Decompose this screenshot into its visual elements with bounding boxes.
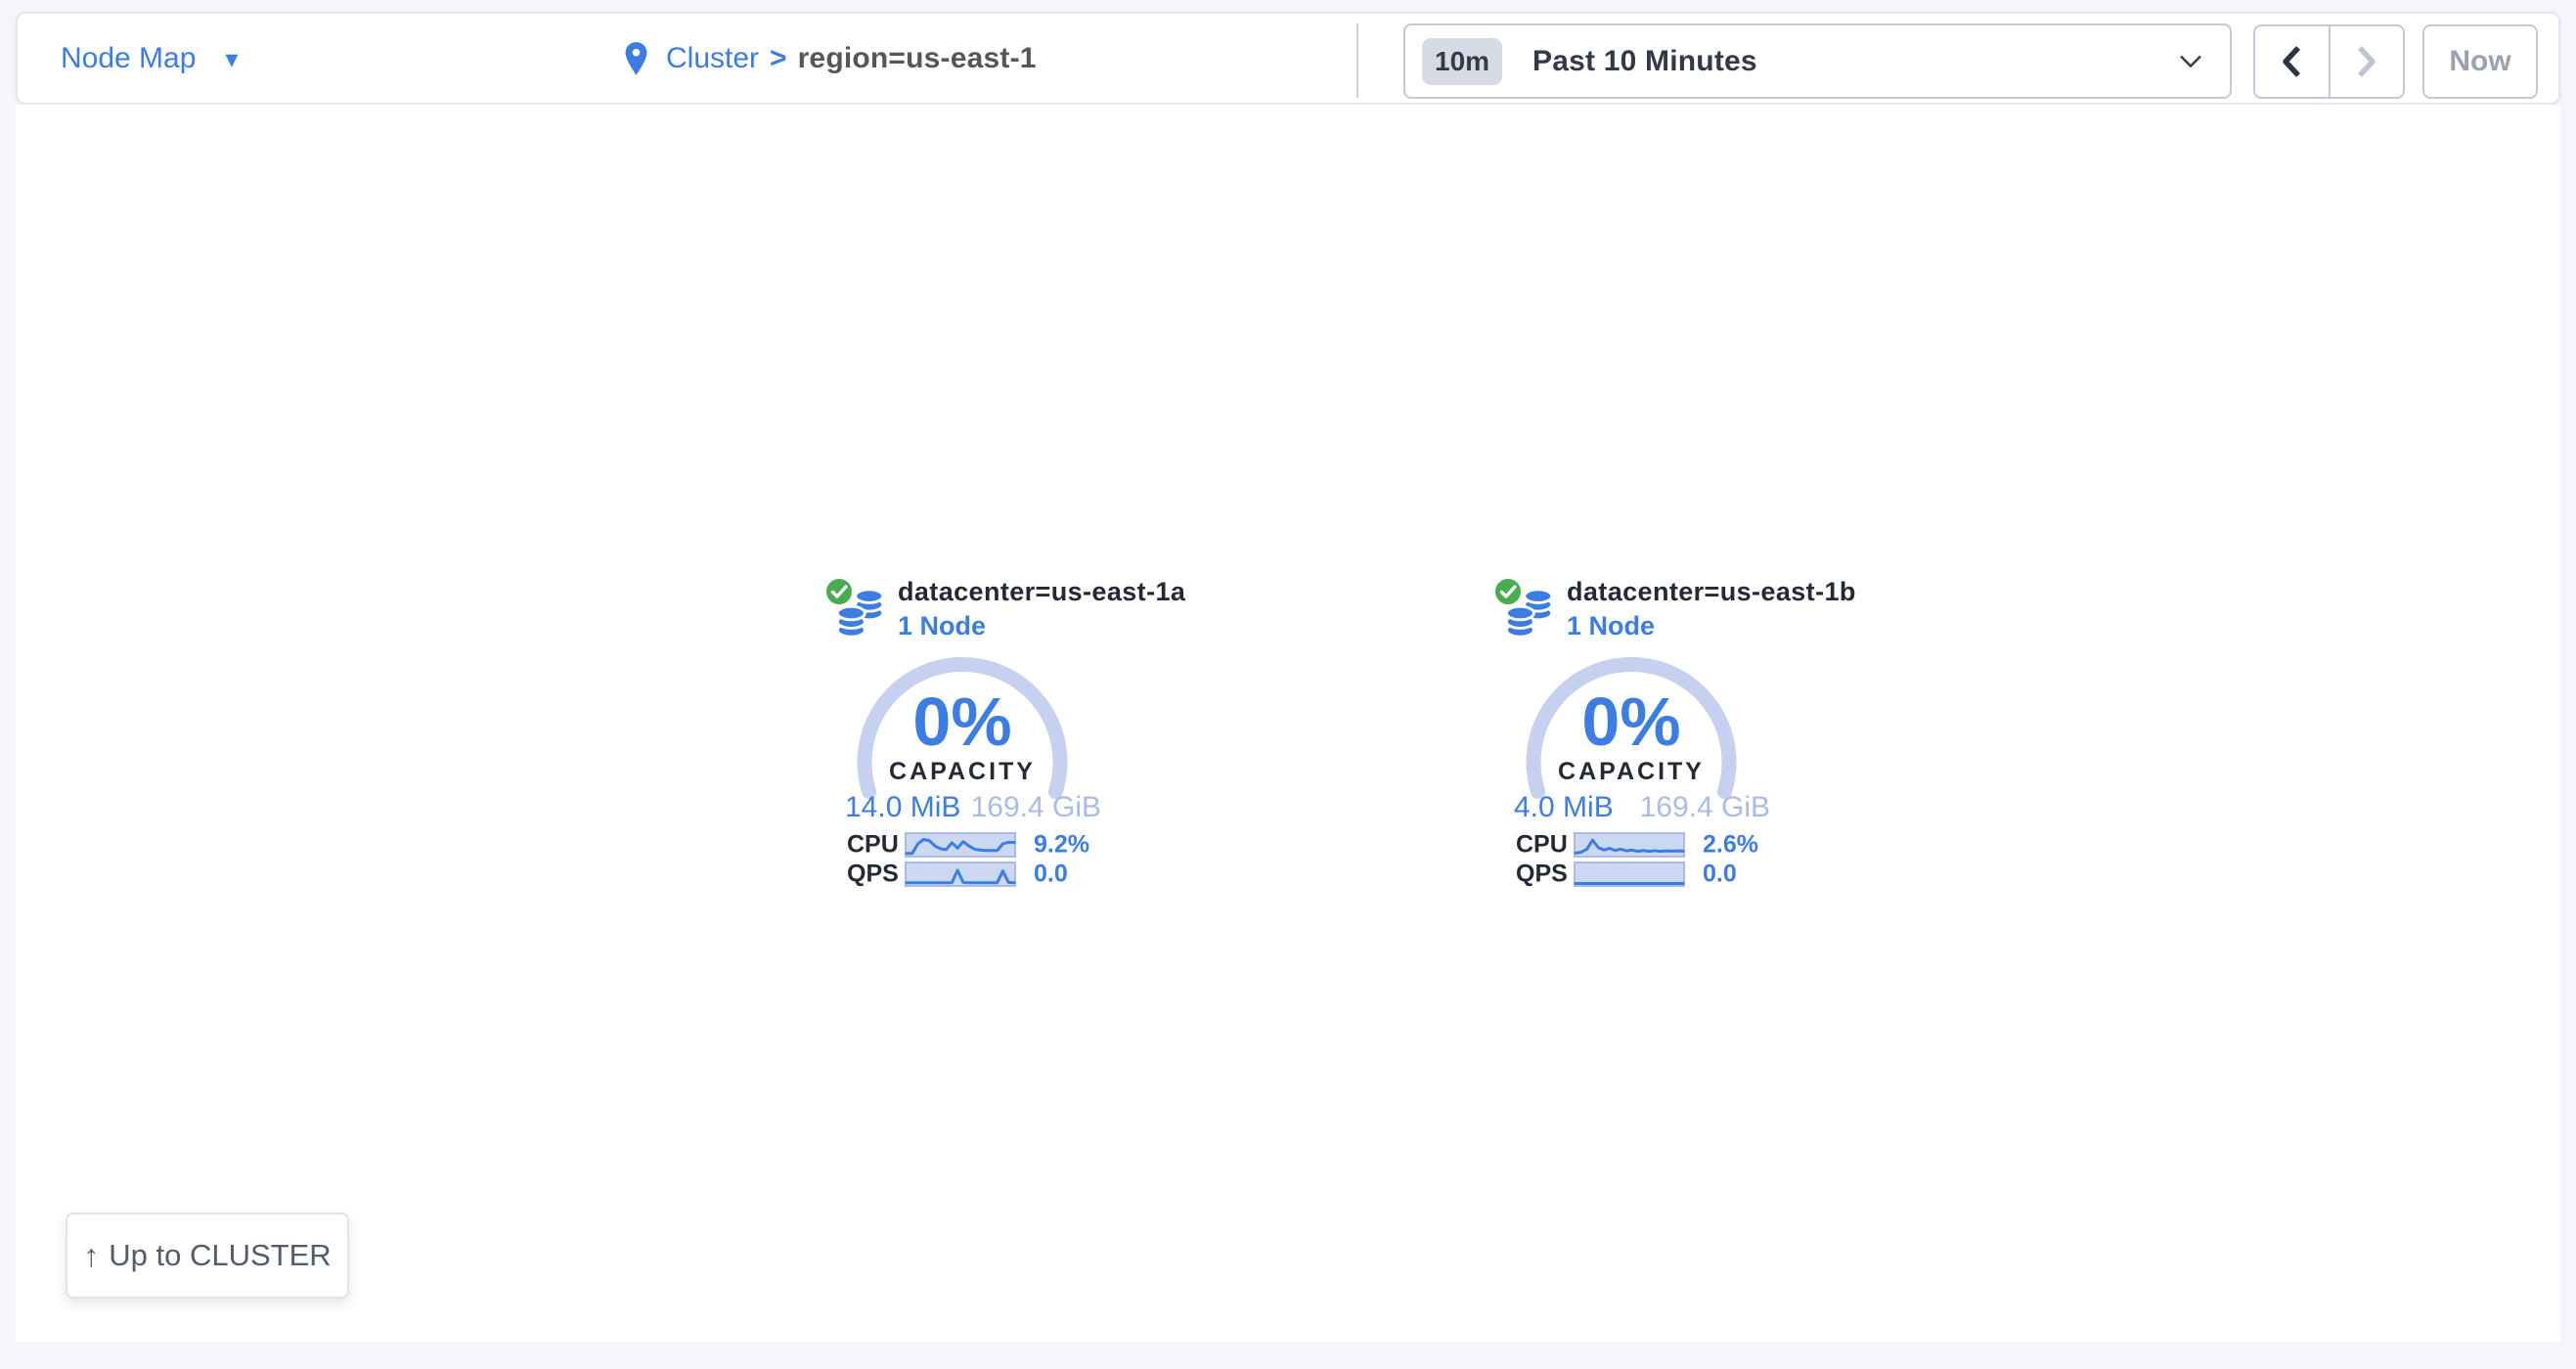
capacity-label: CAPACITY — [1526, 758, 1737, 786]
locality-card-us-east-1a[interactable]: datacenter=us-east-1a 1 Node 0% CAPACITY… — [782, 572, 1134, 897]
metric-row-qps: QPS 0.0 — [1451, 861, 1803, 887]
locality-title: datacenter=us-east-1a — [898, 577, 1185, 607]
location-pin-icon — [623, 41, 649, 76]
qps-sparkline — [1574, 861, 1685, 887]
locality-node-count: 1 Node — [1567, 611, 1655, 641]
time-forward-button[interactable] — [2331, 26, 2404, 97]
now-button[interactable]: Now — [2422, 24, 2538, 99]
breadcrumb-cluster-link[interactable]: Cluster — [666, 42, 759, 75]
cpu-sparkline — [1574, 832, 1685, 858]
node-map-canvas: datacenter=us-east-1a 1 Node 0% CAPACITY… — [16, 105, 2560, 1342]
metric-row-cpu: CPU 9.2% — [782, 832, 1134, 858]
breadcrumb-current: region=us-east-1 — [798, 42, 1037, 75]
metric-value: 0.0 — [1703, 861, 1737, 889]
capacity-gauge: 0% CAPACITY — [1526, 657, 1737, 806]
metric-row-qps: QPS 0.0 — [782, 861, 1134, 887]
capacity-gauge: 0% CAPACITY — [857, 657, 1068, 806]
node-map-page: { "colors": { "accent-blue": "#3b7de2", … — [0, 0, 2576, 1369]
time-nav-group — [2253, 24, 2405, 99]
chevron-down-icon — [2179, 54, 2202, 68]
status-ok-check-icon — [822, 575, 856, 608]
breadcrumb: Cluster > region=us-east-1 — [623, 14, 1037, 103]
capacity-total: 169.4 GiB — [971, 791, 1101, 824]
time-back-button[interactable] — [2255, 26, 2331, 97]
locality-card-us-east-1b[interactable]: datacenter=us-east-1b 1 Node 0% CAPACITY… — [1451, 572, 1803, 897]
metric-label: QPS — [847, 861, 899, 889]
topbar-divider — [1356, 23, 1358, 98]
view-selector-dropdown[interactable]: Node Map ▾ — [61, 14, 238, 103]
capacity-label: CAPACITY — [857, 758, 1068, 786]
topbar: Node Map ▾ Cluster > region=us-east-1 10… — [16, 12, 2560, 105]
metric-value: 0.0 — [1034, 861, 1068, 889]
metric-value: 2.6% — [1703, 831, 1758, 860]
locality-node-count: 1 Node — [898, 611, 986, 641]
capacity-values: 14.0 MiB 169.4 GiB — [845, 791, 1101, 824]
status-ok-check-icon — [1491, 575, 1525, 608]
capacity-total: 169.4 GiB — [1640, 791, 1770, 824]
capacity-used: 14.0 MiB — [845, 791, 960, 824]
capacity-percent: 0% — [857, 687, 1068, 756]
view-selector-label: Node Map — [61, 42, 196, 75]
breadcrumb-separator: > — [770, 42, 787, 75]
time-range-badge: 10m — [1422, 38, 1502, 85]
chevron-left-icon — [2279, 42, 2304, 81]
metric-label: CPU — [847, 831, 899, 860]
caret-down-icon: ▾ — [225, 46, 238, 71]
up-to-cluster-label: Up to CLUSTER — [109, 1238, 331, 1273]
cpu-sparkline — [905, 832, 1016, 858]
metric-label: CPU — [1516, 831, 1568, 860]
capacity-percent: 0% — [1526, 687, 1737, 756]
capacity-used: 4.0 MiB — [1514, 791, 1614, 824]
arrow-up-icon: ↑ — [83, 1240, 99, 1271]
locality-title: datacenter=us-east-1b — [1567, 577, 1856, 607]
metric-value: 9.2% — [1034, 831, 1089, 860]
up-to-cluster-button[interactable]: ↑ Up to CLUSTER — [66, 1213, 349, 1299]
metric-row-cpu: CPU 2.6% — [1451, 832, 1803, 858]
time-range-label: Past 10 Minutes — [1532, 45, 1757, 78]
capacity-values: 4.0 MiB 169.4 GiB — [1514, 791, 1770, 824]
chevron-right-icon — [2354, 42, 2379, 81]
qps-sparkline — [905, 861, 1016, 887]
metric-label: QPS — [1516, 861, 1568, 889]
time-range-select[interactable]: 10m Past 10 Minutes — [1403, 23, 2232, 99]
